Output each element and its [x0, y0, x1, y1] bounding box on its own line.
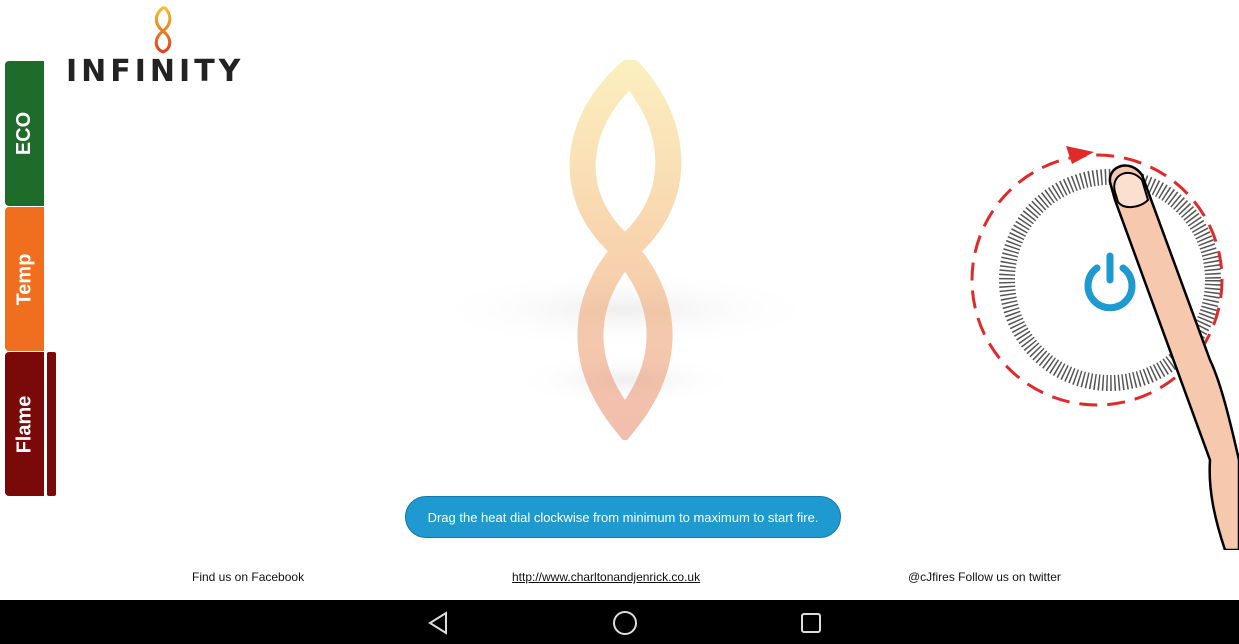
recent-square-icon[interactable] — [798, 610, 824, 636]
heat-dial[interactable] — [960, 130, 1239, 552]
back-triangle-icon[interactable] — [426, 610, 452, 636]
home-circle-icon[interactable] — [612, 610, 638, 636]
facebook-link[interactable]: Find us on Facebook — [192, 570, 304, 584]
infinity-watermark-icon — [425, 60, 825, 440]
tab-eco-label: ECO — [13, 111, 35, 156]
infinity-flame-icon — [154, 5, 172, 54]
active-tab-indicator — [47, 352, 56, 496]
tab-flame-label: Flame — [13, 395, 35, 453]
infinity-logo: INFINITY — [66, 4, 276, 89]
hint-message: Drag the heat dial clockwise from minimu… — [405, 496, 841, 538]
android-nav-bar — [0, 600, 1239, 644]
twitter-link[interactable]: @cJfires Follow us on twitter — [908, 570, 1061, 584]
tab-temp-label: Temp — [13, 253, 36, 305]
website-link[interactable]: http://www.charltonandjenrick.co.uk — [512, 570, 700, 584]
logo-text: INFINITY — [66, 54, 245, 89]
tab-eco[interactable]: ECO — [5, 61, 44, 206]
tab-flame[interactable]: Flame — [5, 352, 44, 496]
tab-temp[interactable]: Temp — [5, 207, 44, 351]
